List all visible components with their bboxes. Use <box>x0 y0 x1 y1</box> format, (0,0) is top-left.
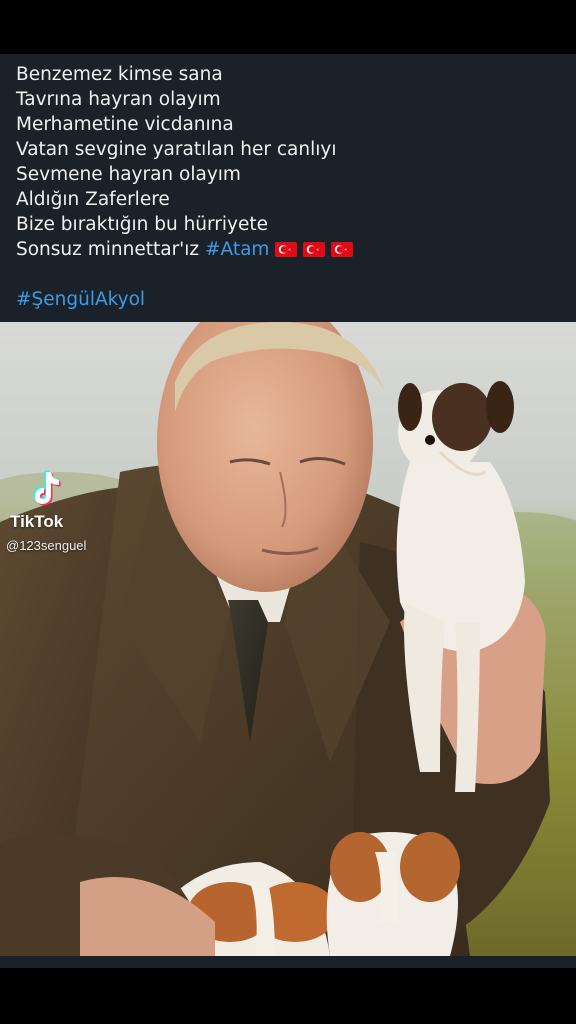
post-line-6: Aldığın Zaferlere <box>16 189 170 210</box>
post-card: Benzemez kimse sana Tavrına hayran olayı… <box>0 54 576 322</box>
post-line-author: #ŞengülAkyol <box>16 287 564 312</box>
top-black-bar <box>0 0 576 54</box>
photo-illustration <box>0 322 576 956</box>
post-text: Benzemez kimse sana Tavrına hayran olayı… <box>16 62 564 312</box>
post-line-1: Benzemez kimse sana <box>16 64 223 85</box>
tiktok-brand: TikTok <box>10 512 64 531</box>
post-line-2: Tavrına hayran olayım <box>16 89 221 110</box>
post-line-5: Sevmene hayran olayım <box>16 164 241 185</box>
tiktok-logo-icon <box>33 470 61 506</box>
hashtag-author-link[interactable]: #ŞengülAkyol <box>16 289 145 310</box>
post-line-4: Vatan sevgine yaratılan her canlıyı <box>16 139 337 160</box>
tiktok-watermark: TikTok @123senguel <box>6 466 116 560</box>
portrait-with-puppies-image <box>0 322 576 956</box>
bottom-black-bar <box>0 968 576 1024</box>
turkish-flag-icon <box>303 242 326 257</box>
tiktok-username: @123senguel <box>6 538 87 553</box>
hashtag-atam-link[interactable]: #Atam <box>205 239 269 260</box>
turkish-flag-icon <box>331 242 354 257</box>
post-line-3: Merhametine vicdanına <box>16 114 234 135</box>
post-line-7: Bize bıraktığın bu hürriyete <box>16 214 269 235</box>
turkish-flag-icon <box>275 242 298 257</box>
screen: Benzemez kimse sana Tavrına hayran olayı… <box>0 0 576 1024</box>
post-line-8-text: Sonsuz minnettar'ız <box>16 239 206 260</box>
bottom-card-bar <box>0 956 576 968</box>
post-line-8: Sonsuz minnettar'ız #Atam <box>16 237 564 262</box>
